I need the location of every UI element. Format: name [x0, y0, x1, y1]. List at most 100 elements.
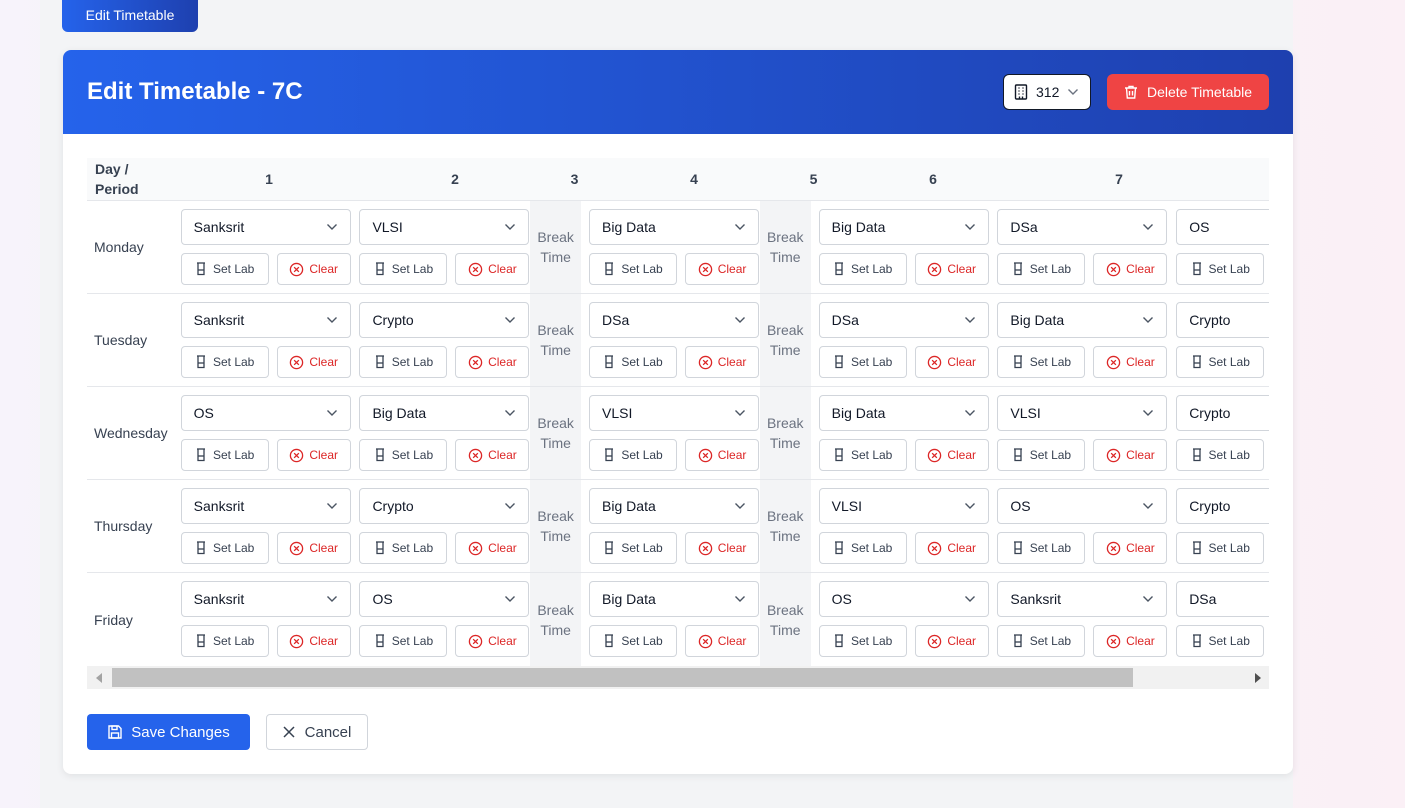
set-lab-button[interactable]: Set Lab [818, 532, 907, 564]
subject-select[interactable]: OS [818, 581, 989, 617]
clear-button[interactable]: Clear [276, 439, 351, 471]
set-lab-button[interactable]: Set Lab [1176, 253, 1265, 285]
clear-button[interactable]: Clear [276, 253, 351, 285]
set-lab-button[interactable]: Set Lab [589, 532, 678, 564]
clear-button[interactable]: Clear [1093, 625, 1168, 657]
clear-button[interactable]: Clear [1093, 346, 1168, 378]
delete-timetable-button[interactable]: Delete Timetable [1107, 74, 1269, 110]
subject-select[interactable]: Big Data [997, 302, 1168, 338]
clear-button[interactable]: Clear [914, 439, 989, 471]
set-lab-button[interactable]: Set Lab [359, 532, 448, 564]
clear-button[interactable]: Clear [1093, 253, 1168, 285]
clear-button[interactable]: Clear [276, 346, 351, 378]
subject-select[interactable]: Crypto [359, 488, 530, 524]
set-lab-button[interactable]: Set Lab [1176, 439, 1265, 471]
clear-button[interactable]: Clear [455, 532, 530, 564]
clear-button[interactable]: Clear [914, 346, 989, 378]
subject-select[interactable]: Crypto [1176, 302, 1269, 338]
subject-select[interactable]: Big Data [589, 209, 760, 245]
subject-select[interactable]: Sanksrit [180, 488, 351, 524]
subject-select[interactable]: Big Data [818, 395, 989, 431]
subject-select[interactable]: DSa [997, 209, 1168, 245]
set-lab-button[interactable]: Set Lab [1176, 346, 1265, 378]
clear-button[interactable]: Clear [914, 253, 989, 285]
subject-select[interactable]: OS [997, 488, 1168, 524]
subject-select[interactable]: DSa [589, 302, 760, 338]
clear-button[interactable]: Clear [914, 532, 989, 564]
subject-select[interactable]: Sanksrit [180, 209, 351, 245]
subject-select[interactable]: Sanksrit [180, 302, 351, 338]
set-lab-button[interactable]: Set Lab [997, 625, 1086, 657]
subject-select[interactable]: Big Data [818, 209, 989, 245]
set-lab-button[interactable]: Set Lab [589, 625, 678, 657]
clear-button[interactable]: Clear [685, 439, 760, 471]
set-lab-button[interactable]: Set Lab [180, 346, 269, 378]
subject-select[interactable]: VLSI [818, 488, 989, 524]
clear-button[interactable]: Clear [685, 625, 760, 657]
subject-select[interactable]: Big Data [589, 488, 760, 524]
subject-select[interactable]: Crypto [1176, 488, 1269, 524]
day-label: Thursday [94, 518, 153, 534]
set-lab-button[interactable]: Set Lab [359, 253, 448, 285]
clear-button[interactable]: Clear [1093, 439, 1168, 471]
clear-button[interactable]: Clear [276, 532, 351, 564]
set-lab-button[interactable]: Set Lab [180, 253, 269, 285]
set-lab-button[interactable]: Set Lab [818, 253, 907, 285]
subject-select[interactable]: Big Data [359, 395, 530, 431]
clear-button[interactable]: Clear [1093, 532, 1168, 564]
set-lab-button[interactable]: Set Lab [818, 625, 907, 657]
subject-select[interactable]: OS [359, 581, 530, 617]
clear-button[interactable]: Clear [455, 439, 530, 471]
set-lab-button[interactable]: Set Lab [180, 625, 269, 657]
cancel-button[interactable]: Cancel [266, 714, 368, 750]
horizontal-scrollbar[interactable] [87, 666, 1269, 689]
set-lab-button[interactable]: Set Lab [818, 439, 907, 471]
set-lab-button[interactable]: Set Lab [1176, 625, 1265, 657]
clear-button[interactable]: Clear [455, 346, 530, 378]
subject-select[interactable]: Crypto [359, 302, 530, 338]
set-lab-button[interactable]: Set Lab [997, 439, 1086, 471]
subject-select[interactable]: OS [180, 395, 351, 431]
edit-timetable-tab[interactable]: Edit Timetable [62, 0, 198, 32]
card-header: Edit Timetable - 7C 312 Delete Timetable [63, 50, 1293, 134]
subject-select[interactable]: DSa [1176, 581, 1269, 617]
clear-button[interactable]: Clear [455, 625, 530, 657]
subject-select[interactable]: DSa [818, 302, 989, 338]
set-lab-button[interactable]: Set Lab [359, 625, 448, 657]
clear-button[interactable]: Clear [914, 625, 989, 657]
set-lab-button[interactable]: Set Lab [997, 253, 1086, 285]
subject-select[interactable]: Sanksrit [997, 581, 1168, 617]
clear-button[interactable]: Clear [685, 532, 760, 564]
scroll-left-arrow[interactable] [87, 666, 110, 689]
break-label-line1: Break [766, 601, 804, 618]
subject-select[interactable]: Sanksrit [180, 581, 351, 617]
clear-button[interactable]: Clear [455, 253, 530, 285]
set-lab-button[interactable]: Set Lab [1176, 532, 1265, 564]
clear-button[interactable]: Clear [276, 625, 351, 657]
set-lab-button[interactable]: Set Lab [818, 346, 907, 378]
cell-actions: Set Lab Clear [818, 439, 990, 471]
subject-select[interactable]: VLSI [997, 395, 1168, 431]
set-lab-button[interactable]: Set Lab [997, 346, 1086, 378]
save-changes-button[interactable]: Save Changes [87, 714, 250, 750]
subject-select[interactable]: Crypto [1176, 395, 1269, 431]
set-lab-button[interactable]: Set Lab [589, 346, 678, 378]
subject-select[interactable]: Big Data [589, 581, 760, 617]
set-lab-button[interactable]: Set Lab [589, 253, 678, 285]
chevron-down-icon [1143, 503, 1154, 509]
subject-select[interactable]: OS [1176, 209, 1269, 245]
scroll-thumb[interactable] [112, 668, 1133, 687]
subject-select[interactable]: VLSI [589, 395, 760, 431]
clear-button[interactable]: Clear [685, 346, 760, 378]
timetable-scroll-area[interactable]: Day / Period 1 2 3 4 5 6 7 Monday Sanksri… [87, 158, 1269, 666]
set-lab-button[interactable]: Set Lab [997, 532, 1086, 564]
subject-select[interactable]: VLSI [359, 209, 530, 245]
set-lab-button[interactable]: Set Lab [359, 439, 448, 471]
set-lab-button[interactable]: Set Lab [589, 439, 678, 471]
set-lab-button[interactable]: Set Lab [180, 532, 269, 564]
room-select[interactable]: 312 [1003, 74, 1091, 110]
clear-button[interactable]: Clear [685, 253, 760, 285]
scroll-right-arrow[interactable] [1246, 666, 1269, 689]
set-lab-button[interactable]: Set Lab [359, 346, 448, 378]
set-lab-button[interactable]: Set Lab [180, 439, 269, 471]
